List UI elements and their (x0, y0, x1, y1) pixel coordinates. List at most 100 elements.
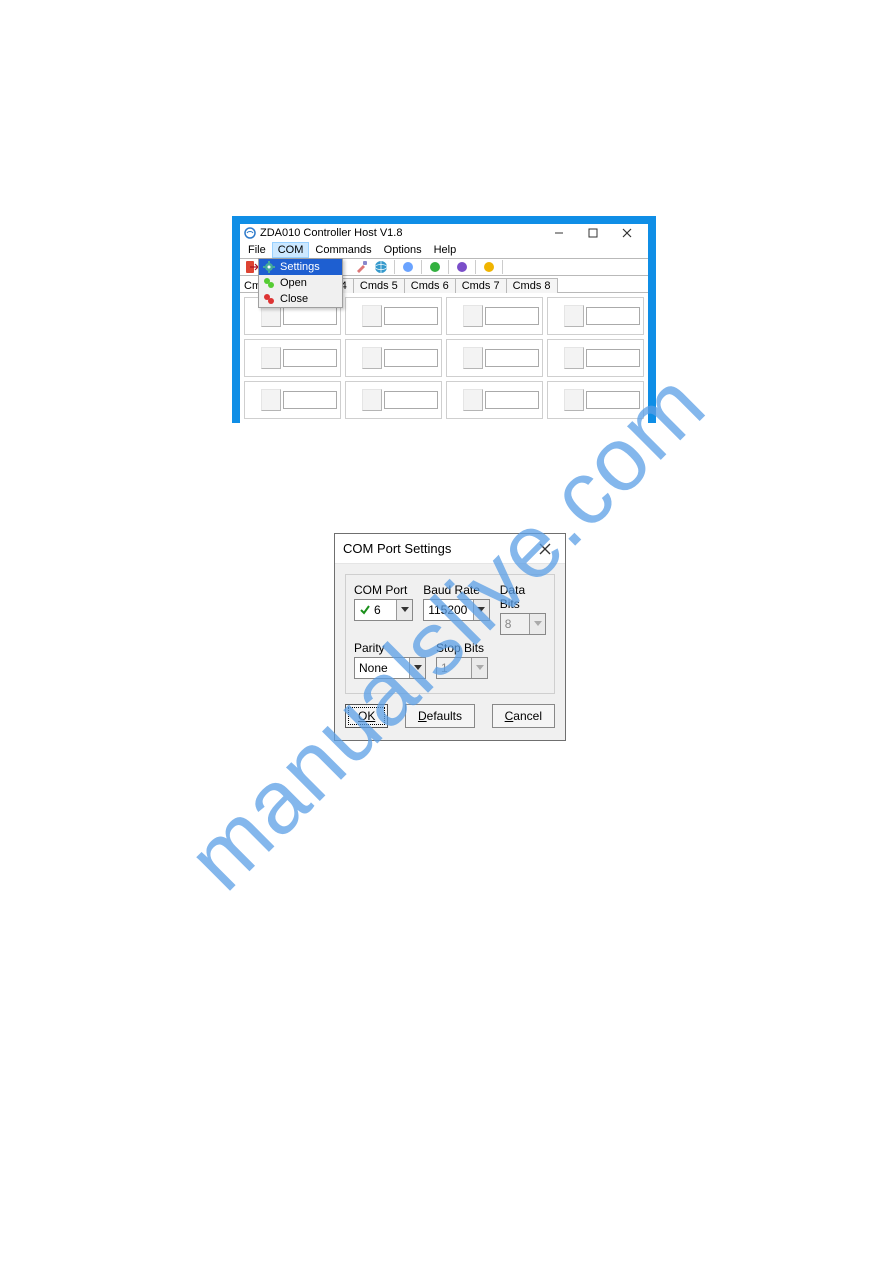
cancel-button[interactable]: Cancel (492, 704, 555, 728)
combo-stop-bits-value: 1 (437, 661, 471, 675)
cmd-button[interactable] (362, 347, 382, 369)
com-menu-open[interactable]: Open (259, 275, 342, 291)
cmd-button[interactable] (261, 305, 281, 327)
tab-cmds7[interactable]: Cmds 7 (455, 278, 507, 293)
cmd-input[interactable] (586, 391, 640, 409)
cmd-panel (547, 339, 644, 377)
app-window-client: ZDA010 Controller Host V1.8 File COM Com… (240, 224, 648, 423)
cmd-input[interactable] (485, 349, 539, 367)
com-menu-settings[interactable]: Settings (259, 259, 342, 275)
menubar: File COM Commands Options Help (240, 242, 648, 258)
cmd-input[interactable] (384, 391, 438, 409)
minimize-button[interactable] (542, 224, 576, 242)
chevron-down-icon[interactable] (473, 600, 489, 620)
close-button[interactable] (610, 224, 644, 242)
dialog-close-button[interactable] (533, 539, 557, 559)
dialog-title: COM Port Settings (343, 541, 451, 556)
combo-parity[interactable]: None (354, 657, 426, 679)
app-icon (244, 227, 256, 239)
ok-button[interactable]: OK (345, 704, 388, 728)
combo-parity-value: None (355, 661, 409, 675)
app-window-frame: ZDA010 Controller Host V1.8 File COM Com… (232, 216, 656, 423)
toolbar-tool-icon[interactable] (353, 259, 369, 275)
cmd-button[interactable] (564, 347, 584, 369)
menu-help[interactable]: Help (428, 242, 463, 258)
com-menu-close-label: Close (280, 293, 308, 305)
cmd-button[interactable] (564, 305, 584, 327)
chevron-down-icon[interactable] (396, 600, 412, 620)
window-title: ZDA010 Controller Host V1.8 (260, 227, 402, 239)
combo-stop-bits: 1 (436, 657, 488, 679)
cmd-button[interactable] (463, 305, 483, 327)
com-menu-settings-label: Settings (280, 261, 320, 273)
com-settings-dialog: COM Port Settings COM Port 6 Baud Rate (334, 533, 566, 741)
combo-baud-rate[interactable]: 115200 (423, 599, 490, 621)
cmd-input[interactable] (283, 307, 337, 325)
menu-options[interactable]: Options (378, 242, 428, 258)
cmd-button[interactable] (463, 389, 483, 411)
connect-green-icon (262, 276, 276, 290)
toolbar-separator (475, 260, 476, 274)
cmd-panel (345, 297, 442, 335)
dialog-body: COM Port 6 Baud Rate 115200 Data Bits (345, 574, 555, 694)
cmd-panel (547, 381, 644, 419)
combo-baud-rate-value: 115200 (424, 603, 473, 617)
cmd-button[interactable] (362, 389, 382, 411)
toolbar-separator (394, 260, 395, 274)
toolbar-dot-blue[interactable] (400, 259, 416, 275)
tab-cmds6[interactable]: Cmds 6 (404, 278, 456, 293)
cmd-panel (446, 381, 543, 419)
combo-com-port[interactable]: 6 (354, 599, 413, 621)
toolbar-dot-yellow[interactable] (481, 259, 497, 275)
com-dropdown-menu[interactable]: Settings Open Close (258, 258, 343, 308)
tab-cmds5[interactable]: Cmds 5 (353, 278, 405, 293)
defaults-button[interactable]: Defaults (405, 704, 475, 728)
cmd-panel (345, 339, 442, 377)
cmd-input[interactable] (384, 349, 438, 367)
cmd-input[interactable] (384, 307, 438, 325)
chevron-down-icon (529, 614, 545, 634)
maximize-button[interactable] (576, 224, 610, 242)
dialog-button-row: OK Defaults Cancel (335, 704, 565, 740)
label-com-port: COM Port (354, 583, 413, 597)
cmd-input[interactable] (586, 307, 640, 325)
cmd-button[interactable] (564, 389, 584, 411)
check-icon (359, 604, 371, 616)
cmd-input[interactable] (485, 391, 539, 409)
label-baud-rate: Baud Rate (423, 583, 490, 597)
toolbar-globe-icon[interactable] (373, 259, 389, 275)
menu-commands[interactable]: Commands (309, 242, 377, 258)
cmd-panel (446, 339, 543, 377)
menu-com[interactable]: COM (272, 242, 310, 258)
cmd-button[interactable] (463, 347, 483, 369)
cmd-input[interactable] (283, 391, 337, 409)
cmd-input[interactable] (283, 349, 337, 367)
panel-grid (240, 293, 648, 423)
connect-red-icon (262, 292, 276, 306)
label-stop-bits: Stop Bits (436, 641, 488, 655)
chevron-down-icon[interactable] (409, 658, 425, 678)
cmd-button[interactable] (261, 347, 281, 369)
com-menu-close[interactable]: Close (259, 291, 342, 307)
cmd-button[interactable] (261, 389, 281, 411)
chevron-down-icon (471, 658, 487, 678)
tab-cmds8[interactable]: Cmds 8 (506, 278, 558, 293)
toolbar-dot-purple[interactable] (454, 259, 470, 275)
titlebar: ZDA010 Controller Host V1.8 (240, 224, 648, 242)
combo-data-bits-value: 8 (501, 617, 529, 631)
label-data-bits: Data Bits (500, 583, 546, 611)
toolbar-separator (421, 260, 422, 274)
cmd-panel (244, 339, 341, 377)
cmd-input[interactable] (586, 349, 640, 367)
menu-file[interactable]: File (242, 242, 272, 258)
combo-com-port-value: 6 (355, 603, 396, 617)
cmd-panel (345, 381, 442, 419)
toolbar-separator (448, 260, 449, 274)
label-parity: Parity (354, 641, 426, 655)
toolbar-dot-green[interactable] (427, 259, 443, 275)
cmd-panel (547, 297, 644, 335)
cmd-input[interactable] (485, 307, 539, 325)
gear-icon (262, 260, 276, 274)
com-port-value-text: 6 (374, 603, 381, 617)
cmd-button[interactable] (362, 305, 382, 327)
